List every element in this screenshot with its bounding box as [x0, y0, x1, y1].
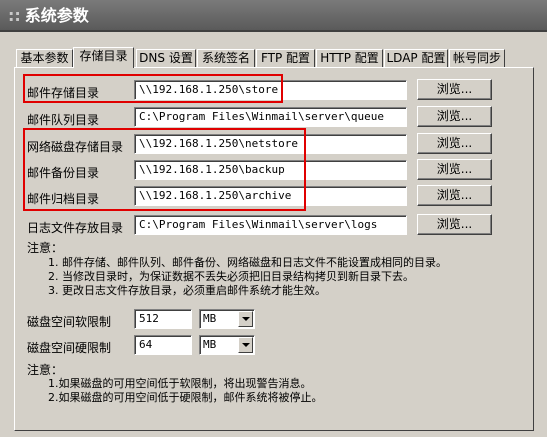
netdisk-dir-browse-button[interactable]: 浏览... [417, 133, 492, 154]
mail-store-dir-browse-button[interactable]: 浏览... [417, 79, 492, 100]
mail-archive-dir-field[interactable]: \\192.168.1.250\archive [134, 186, 407, 206]
mail-queue-dir-field[interactable]: C:\Program Files\Winmail\server\queue [134, 107, 407, 127]
mail-queue-dir-browse-button[interactable]: 浏览... [417, 106, 492, 127]
chevron-down-icon[interactable] [238, 311, 253, 327]
log-dir-field[interactable]: C:\Program Files\Winmail\server\logs [134, 215, 407, 235]
tab-basic-params[interactable]: 基本参数 [16, 49, 73, 67]
mail-store-dir-label: 邮件存储目录 [27, 86, 100, 100]
mail-archive-dir-label: 邮件归档目录 [27, 192, 100, 206]
hard-limit-input[interactable]: 64 [134, 335, 192, 355]
note1-line-3: 3. 更改日志文件存放目录，必须重启邮件系统才能生效。 [48, 284, 326, 297]
mail-store-dir-field[interactable]: \\192.168.1.250\store [134, 80, 407, 100]
chevron-down-icon[interactable] [238, 337, 253, 353]
hard-limit-label: 磁盘空间硬限制 [27, 341, 112, 355]
tab-http-config[interactable]: HTTP 配置 [316, 49, 383, 67]
soft-limit-input[interactable]: 512 [134, 309, 192, 329]
window-title: 系统参数 [24, 6, 89, 25]
log-dir-label: 日志文件存放目录 [27, 221, 124, 235]
tab-account-sync[interactable]: 帐号同步 [449, 49, 505, 67]
note2-line-2: 2.如果磁盘的可用空间低于硬限制，邮件系统将被停止。 [48, 391, 323, 404]
soft-limit-unit-value: MB [203, 312, 217, 325]
mail-backup-dir-field[interactable]: \\192.168.1.250\backup [134, 160, 407, 180]
mail-backup-dir-label: 邮件备份目录 [27, 166, 100, 180]
tab-dns-settings[interactable]: DNS 设置 [136, 49, 196, 67]
netdisk-dir-field[interactable]: \\192.168.1.250\netstore [134, 134, 407, 154]
title-prefix: :: [8, 6, 21, 25]
mail-archive-dir-browse-button[interactable]: 浏览... [417, 185, 492, 206]
mail-backup-dir-browse-button[interactable]: 浏览... [417, 159, 492, 180]
mail-queue-dir-label: 邮件队列目录 [27, 113, 100, 127]
tab-system-signature[interactable]: 系统签名 [197, 49, 255, 67]
window-title-bar: :: 系统参数 [0, 0, 547, 32]
soft-limit-unit-select[interactable]: MB [199, 309, 255, 329]
soft-limit-label: 磁盘空间软限制 [27, 315, 112, 329]
tab-ldap-config[interactable]: LDAP 配置 [384, 49, 448, 67]
tab-storage-directories[interactable]: 存储目录 [73, 47, 134, 68]
tab-ftp-config[interactable]: FTP 配置 [256, 49, 315, 67]
log-dir-browse-button[interactable]: 浏览... [417, 214, 492, 235]
netdisk-dir-label: 网络磁盘存储目录 [27, 140, 124, 154]
hard-limit-unit-select[interactable]: MB [199, 335, 255, 355]
hard-limit-unit-value: MB [203, 338, 217, 351]
